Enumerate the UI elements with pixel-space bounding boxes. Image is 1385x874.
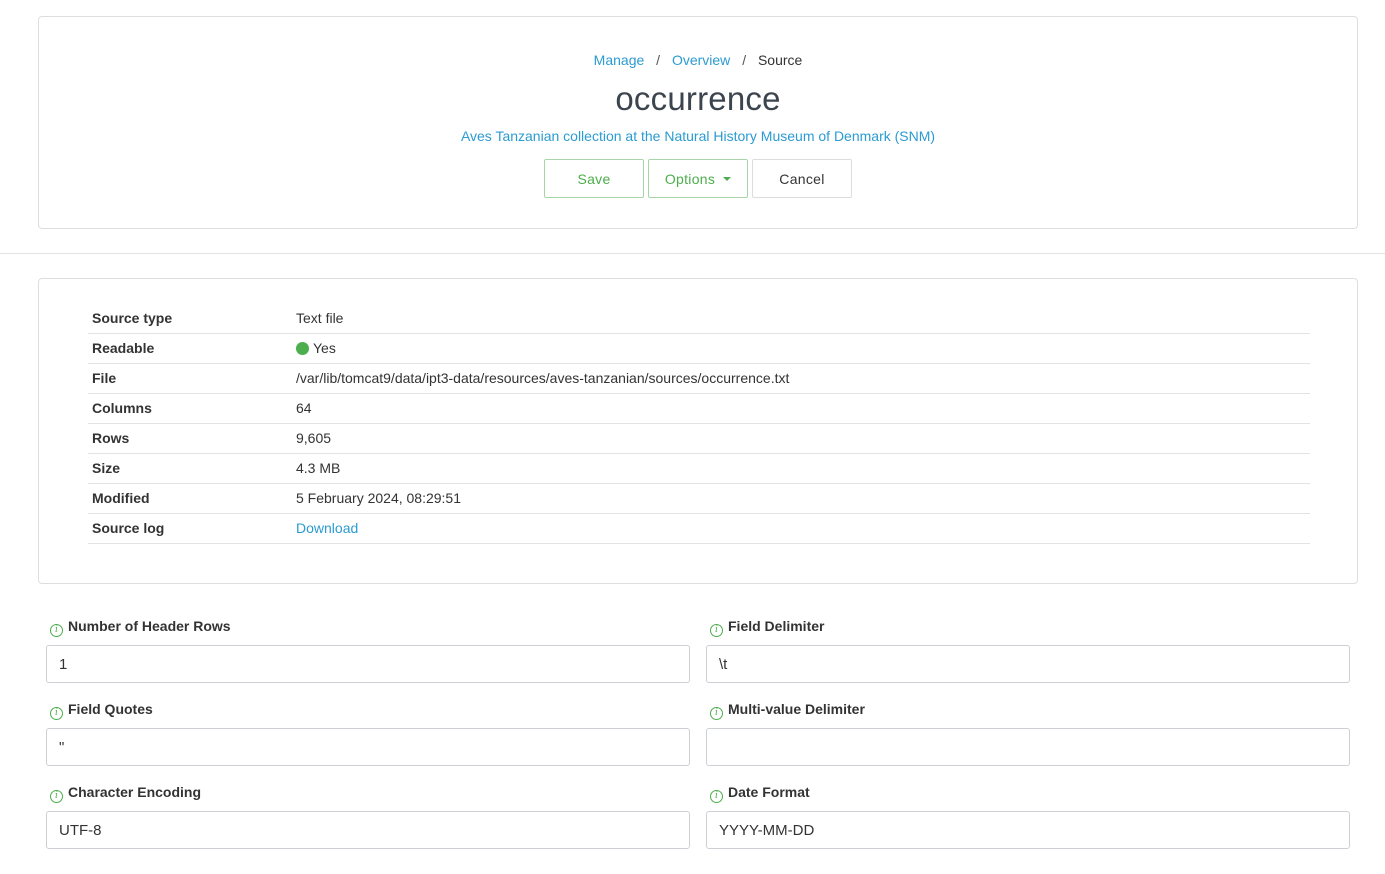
resource-title-link[interactable]: Aves Tanzanian collection at the Natural… [461, 128, 935, 144]
field-quotes-input[interactable] [46, 728, 690, 766]
date-format-input[interactable] [706, 811, 1350, 849]
info-label: Columns [88, 393, 292, 424]
file-path: /var/lib/tomcat9/data/ipt3-data/resource… [292, 363, 1310, 394]
label-text: Multi-value Delimiter [728, 701, 865, 717]
multi-value-delimiter-field: i Multi-value Delimiter [706, 699, 1350, 766]
info-label: Modified [88, 483, 292, 514]
info-icon[interactable]: i [50, 624, 63, 637]
info-row-modified: Modified 5 February 2024, 08:29:51 [88, 483, 1310, 514]
options-label: Options [664, 170, 716, 187]
character-encoding-field: i Character Encoding [46, 782, 690, 849]
field-delimiter-label: i Field Delimiter [706, 616, 1350, 637]
info-label: Rows [88, 423, 292, 454]
download-log-link[interactable]: Download [296, 520, 358, 536]
info-label: Readable [88, 333, 292, 364]
resource-subtitle: Aves Tanzanian collection at the Natural… [39, 127, 1357, 145]
info-value: 5 February 2024, 08:29:51 [292, 483, 1310, 514]
label-text: Number of Header Rows [68, 618, 231, 634]
breadcrumb-overview-link[interactable]: Overview [672, 52, 730, 68]
info-row-source-type: Source type Text file [88, 303, 1310, 334]
info-icon[interactable]: i [50, 707, 63, 720]
info-label: Source type [88, 303, 292, 334]
page-title: occurrence [615, 80, 781, 117]
character-encoding-input[interactable] [46, 811, 690, 849]
field-delimiter-field: i Field Delimiter [706, 616, 1350, 683]
breadcrumb: Manage / Overview / Source [39, 51, 1357, 69]
info-row-columns: Columns 64 [88, 393, 1310, 424]
info-row-source-log: Source log Download [88, 513, 1310, 544]
cancel-button[interactable]: Cancel [752, 159, 852, 198]
action-buttons: Save Options Cancel [39, 159, 1357, 198]
header-rows-label: i Number of Header Rows [46, 616, 690, 637]
section-divider [0, 253, 1385, 254]
source-info-table: Source type Text file Readable Yes File … [88, 303, 1310, 544]
info-value: 4.3 MB [292, 453, 1310, 484]
info-value: Text file [292, 303, 1310, 334]
source-info-card: Source type Text file Readable Yes File … [38, 278, 1358, 584]
multi-value-delimiter-input[interactable] [706, 728, 1350, 766]
date-format-field: i Date Format [706, 782, 1350, 849]
resource-header-card: Manage / Overview / Source occurrence Av… [38, 16, 1358, 229]
options-dropdown-button[interactable]: Options [648, 159, 748, 198]
info-value: 64 [292, 393, 1310, 424]
info-row-rows: Rows 9,605 [88, 423, 1310, 454]
save-button[interactable]: Save [544, 159, 644, 198]
character-encoding-label: i Character Encoding [46, 782, 690, 803]
label-text: Field Quotes [68, 701, 153, 717]
breadcrumb-manage-link[interactable]: Manage [594, 52, 645, 68]
field-quotes-field: i Field Quotes [46, 699, 690, 766]
info-row-readable: Readable Yes [88, 333, 1310, 364]
breadcrumb-current: Source [757, 52, 803, 68]
header-rows-input[interactable] [46, 645, 690, 683]
info-label: Size [88, 453, 292, 484]
label-text: Date Format [728, 784, 810, 800]
breadcrumb-separator: / [742, 52, 747, 68]
header-rows-field: i Number of Header Rows [46, 616, 690, 683]
caret-down-icon [723, 176, 732, 181]
breadcrumb-separator: / [656, 52, 661, 68]
info-row-size: Size 4.3 MB [88, 453, 1310, 484]
source-log-cell: Download [292, 513, 1310, 544]
info-label: Source log [88, 513, 292, 544]
info-icon[interactable]: i [710, 790, 723, 803]
info-icon[interactable]: i [50, 790, 63, 803]
status-dot-icon [296, 342, 309, 355]
field-quotes-label: i Field Quotes [46, 699, 690, 720]
info-value: 9,605 [292, 423, 1310, 454]
date-format-label: i Date Format [706, 782, 1350, 803]
multi-value-delimiter-label: i Multi-value Delimiter [706, 699, 1350, 720]
info-icon[interactable]: i [710, 624, 723, 637]
info-label: File [88, 363, 292, 394]
info-icon[interactable]: i [710, 707, 723, 720]
readable-value: Yes [313, 340, 336, 356]
field-delimiter-input[interactable] [706, 645, 1350, 683]
label-text: Field Delimiter [728, 618, 825, 634]
readable-status: Yes [292, 333, 1310, 364]
label-text: Character Encoding [68, 784, 202, 800]
info-row-file: File /var/lib/tomcat9/data/ipt3-data/res… [88, 363, 1310, 394]
